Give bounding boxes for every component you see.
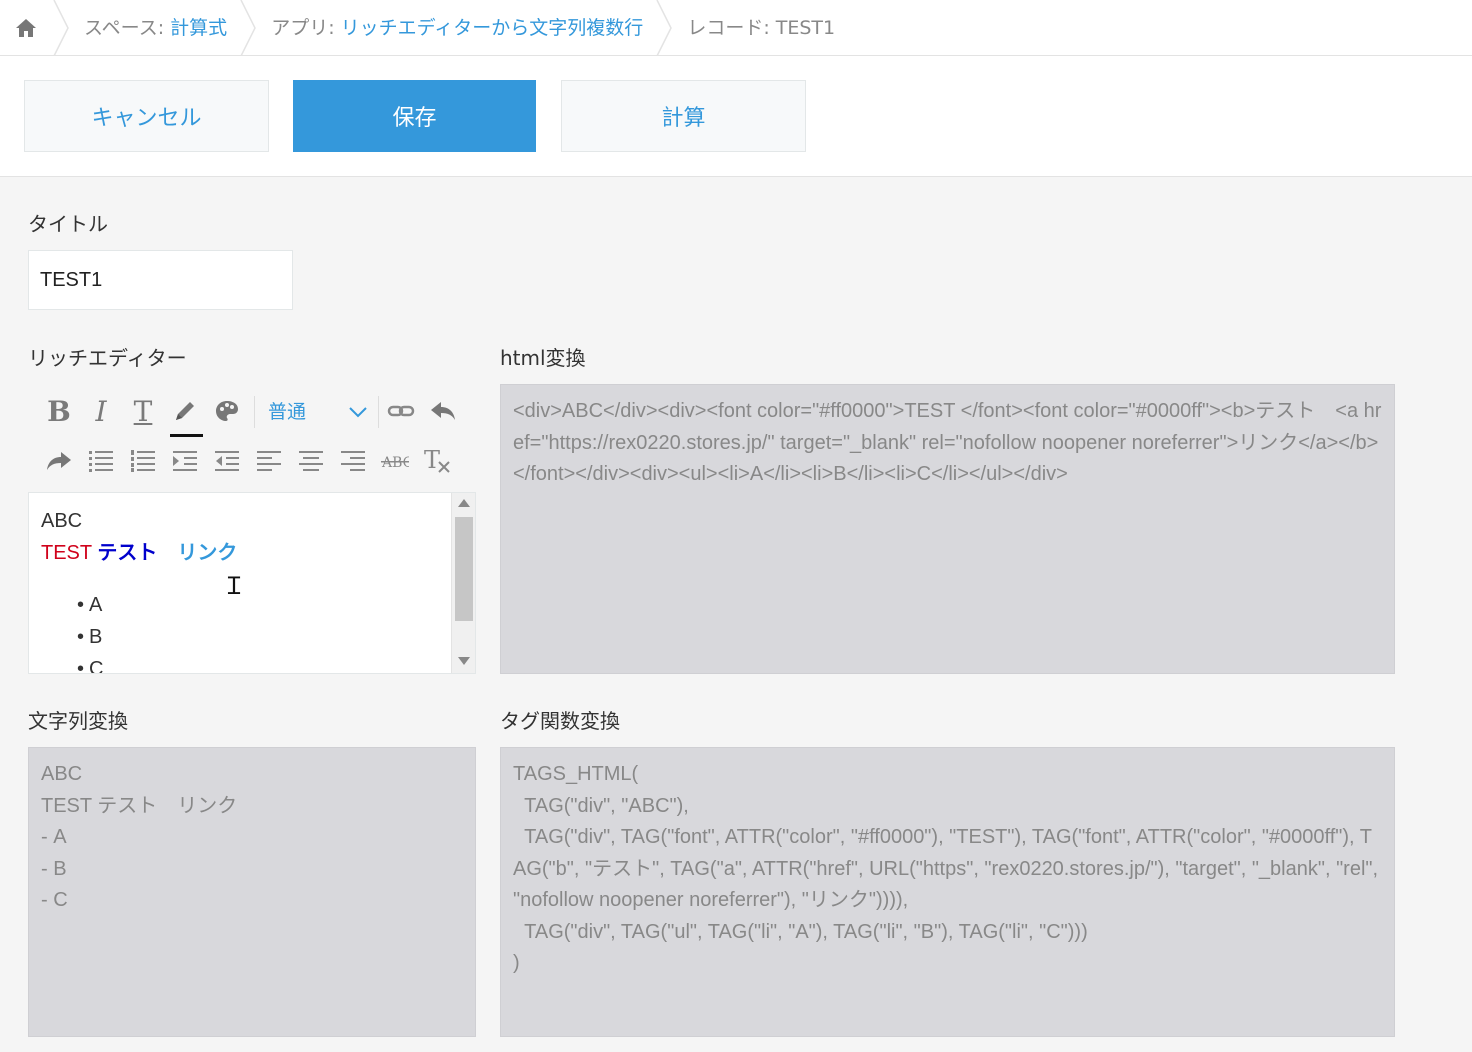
breadcrumb-app-prefix: アプリ:	[271, 16, 341, 39]
list-item: B	[41, 621, 237, 653]
link-icon[interactable]	[386, 396, 416, 426]
italic-icon[interactable]: I	[86, 395, 116, 428]
title-label: タイトル	[28, 212, 108, 236]
rich-editor[interactable]: B I T 普通 ABC T ABC TEST テスト リンク • A • B …	[28, 384, 476, 674]
tag-function-label: タグ関数変換	[500, 709, 620, 733]
clear-format-icon[interactable]: T	[422, 446, 452, 476]
html-conversion-field: <div>ABC</div><div><font color="#ff0000"…	[500, 384, 1395, 674]
red-text: TEST	[41, 542, 92, 564]
breadcrumb-separator-icon	[240, 0, 257, 56]
undo-icon[interactable]	[428, 396, 458, 426]
breadcrumb-record-name: TEST1	[775, 16, 836, 39]
strikethrough-icon[interactable]: ABC	[380, 446, 410, 476]
indent-icon[interactable]	[170, 446, 200, 476]
title-input[interactable]: TEST1	[28, 250, 293, 310]
breadcrumb: スペース: 計算式 アプリ: リッチエディターから文字列複数行 レコード: TE…	[0, 0, 1472, 56]
html-conversion-label: html変換	[500, 346, 586, 370]
breadcrumb-separator-icon	[656, 0, 673, 56]
breadcrumb-record-prefix: レコード:	[687, 16, 776, 39]
align-right-icon[interactable]	[338, 446, 368, 476]
background-color-icon[interactable]	[212, 396, 242, 426]
save-button[interactable]: 保存	[293, 80, 536, 152]
content-line-styled: TEST テスト リンク	[41, 537, 237, 569]
breadcrumb-space-prefix: スペース:	[84, 16, 171, 39]
scrollbar-thumb[interactable]	[455, 517, 473, 621]
tag-function-field: TAGS_HTML( TAG("div", "ABC"), TAG("div",…	[500, 747, 1395, 1037]
editor-scrollbar[interactable]	[451, 493, 475, 673]
breadcrumb-app-name[interactable]: リッチエディターから文字列複数行	[341, 17, 644, 39]
breadcrumb-space-name[interactable]: 計算式	[170, 17, 227, 39]
content-link[interactable]: リンク	[177, 542, 237, 564]
outdent-icon[interactable]	[212, 446, 242, 476]
action-toolbar: キャンセル 保存 計算	[0, 56, 1472, 177]
home-icon[interactable]	[0, 0, 52, 56]
rich-editor-content[interactable]: ABC TEST テストリンク A B C	[28, 492, 476, 674]
toolbar-divider	[254, 396, 255, 428]
font-size-select[interactable]: 普通	[268, 394, 372, 430]
rich-editor-label: リッチエディター	[28, 346, 187, 370]
calculate-button[interactable]: 計算	[561, 80, 806, 152]
align-center-icon[interactable]	[296, 446, 326, 476]
breadcrumb-record: レコード: TEST1	[673, 0, 847, 56]
scroll-down-arrow-icon[interactable]	[458, 657, 470, 665]
bullet-list-icon[interactable]	[86, 446, 116, 476]
redo-icon[interactable]	[44, 446, 74, 476]
string-conversion-label: 文字列変換	[28, 709, 128, 733]
list-item: A	[41, 589, 237, 621]
font-color-indicator	[170, 434, 203, 437]
svg-text:T: T	[424, 448, 440, 474]
align-left-icon[interactable]	[254, 446, 284, 476]
numbered-list-icon[interactable]	[128, 446, 158, 476]
breadcrumb-app[interactable]: アプリ: リッチエディターから文字列複数行	[257, 0, 655, 56]
rich-editor-toolbar: B I T 普通 ABC T	[28, 384, 476, 492]
text-cursor-icon: Ｉ	[222, 572, 246, 600]
svg-text:ABC: ABC	[381, 455, 409, 471]
cancel-button[interactable]: キャンセル	[24, 80, 269, 152]
blue-bold-text: テスト	[97, 542, 158, 564]
breadcrumb-space[interactable]: スペース: 計算式	[70, 0, 239, 56]
text-size-icon[interactable]: T	[128, 395, 158, 428]
toolbar-divider	[378, 396, 379, 428]
content-line-abc: ABC	[41, 510, 83, 532]
scroll-up-arrow-icon[interactable]	[458, 499, 470, 507]
font-size-value: 普通	[268, 401, 307, 423]
bold-icon[interactable]: B	[44, 395, 74, 428]
list-item: C	[41, 653, 237, 673]
content-bullet-list: A B C	[41, 589, 237, 673]
font-color-icon[interactable]	[170, 396, 200, 426]
string-conversion-field: ABC TEST テスト リンク - A - B - C	[28, 747, 476, 1037]
chevron-down-icon	[348, 394, 368, 442]
breadcrumb-separator-icon	[53, 0, 69, 56]
